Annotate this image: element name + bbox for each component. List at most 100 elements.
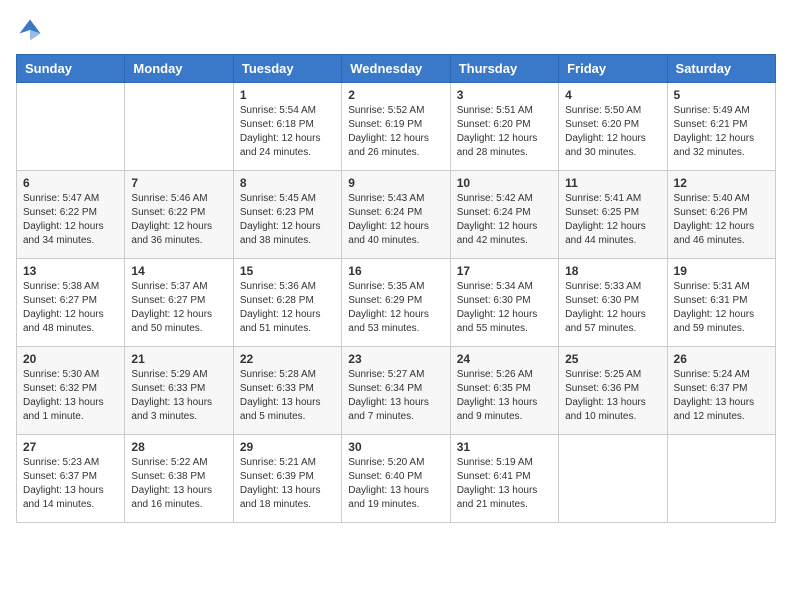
day-number: 1 xyxy=(240,88,335,102)
day-info: Sunrise: 5:47 AM Sunset: 6:22 PM Dayligh… xyxy=(23,192,118,248)
weekday-header-wednesday: Wednesday xyxy=(342,55,450,83)
day-number: 19 xyxy=(674,264,769,278)
calendar-cell: 24 Sunrise: 5:26 AM Sunset: 6:35 PM Dayli… xyxy=(450,347,558,435)
calendar-cell: 6 Sunrise: 5:47 AM Sunset: 6:22 PM Daylig… xyxy=(17,171,125,259)
day-info: Sunrise: 5:42 AM Sunset: 6:24 PM Dayligh… xyxy=(457,192,552,248)
day-number: 21 xyxy=(131,352,226,366)
calendar-cell: 28 Sunrise: 5:22 AM Sunset: 6:38 PM Dayli… xyxy=(125,435,233,523)
day-number: 5 xyxy=(674,88,769,102)
calendar-week-row: 6 Sunrise: 5:47 AM Sunset: 6:22 PM Daylig… xyxy=(17,171,776,259)
day-info: Sunrise: 5:36 AM Sunset: 6:28 PM Dayligh… xyxy=(240,280,335,336)
calendar-cell xyxy=(667,435,775,523)
calendar-cell: 8 Sunrise: 5:45 AM Sunset: 6:23 PM Daylig… xyxy=(233,171,341,259)
logo-icon xyxy=(16,16,44,44)
day-number: 6 xyxy=(23,176,118,190)
day-info: Sunrise: 5:30 AM Sunset: 6:32 PM Dayligh… xyxy=(23,368,118,424)
calendar-week-row: 1 Sunrise: 5:54 AM Sunset: 6:18 PM Daylig… xyxy=(17,83,776,171)
day-info: Sunrise: 5:26 AM Sunset: 6:35 PM Dayligh… xyxy=(457,368,552,424)
day-number: 15 xyxy=(240,264,335,278)
day-info: Sunrise: 5:21 AM Sunset: 6:39 PM Dayligh… xyxy=(240,456,335,512)
day-info: Sunrise: 5:34 AM Sunset: 6:30 PM Dayligh… xyxy=(457,280,552,336)
calendar-cell xyxy=(17,83,125,171)
day-number: 23 xyxy=(348,352,443,366)
day-info: Sunrise: 5:27 AM Sunset: 6:34 PM Dayligh… xyxy=(348,368,443,424)
calendar-cell: 14Sunrise: 5:37 AM Sunset: 6:27 PM Dayli… xyxy=(125,259,233,347)
calendar-cell: 11Sunrise: 5:41 AM Sunset: 6:25 PM Dayli… xyxy=(559,171,667,259)
calendar-cell: 16 Sunrise: 5:35 AM Sunset: 6:29 PM Dayli… xyxy=(342,259,450,347)
day-number: 11 xyxy=(565,176,660,190)
calendar-cell: 22 Sunrise: 5:28 AM Sunset: 6:33 PM Dayli… xyxy=(233,347,341,435)
header xyxy=(16,16,776,44)
day-info: Sunrise: 5:29 AM Sunset: 6:33 PM Dayligh… xyxy=(131,368,226,424)
calendar-cell: 31Sunrise: 5:19 AM Sunset: 6:41 PM Dayli… xyxy=(450,435,558,523)
day-info: Sunrise: 5:23 AM Sunset: 6:37 PM Dayligh… xyxy=(23,456,118,512)
day-info: Sunrise: 5:50 AM Sunset: 6:20 PM Dayligh… xyxy=(565,104,660,160)
day-number: 2 xyxy=(348,88,443,102)
day-info: Sunrise: 5:25 AM Sunset: 6:36 PM Dayligh… xyxy=(565,368,660,424)
day-info: Sunrise: 5:49 AM Sunset: 6:21 PM Dayligh… xyxy=(674,104,769,160)
calendar-cell: 2Sunrise: 5:52 AM Sunset: 6:19 PM Daylig… xyxy=(342,83,450,171)
day-info: Sunrise: 5:46 AM Sunset: 6:22 PM Dayligh… xyxy=(131,192,226,248)
weekday-header-row: SundayMondayTuesdayWednesdayThursdayFrid… xyxy=(17,55,776,83)
calendar-cell: 26Sunrise: 5:24 AM Sunset: 6:37 PM Dayli… xyxy=(667,347,775,435)
calendar-cell: 29Sunrise: 5:21 AM Sunset: 6:39 PM Dayli… xyxy=(233,435,341,523)
calendar-cell: 27 Sunrise: 5:23 AM Sunset: 6:37 PM Dayli… xyxy=(17,435,125,523)
weekday-header-saturday: Saturday xyxy=(667,55,775,83)
day-info: Sunrise: 5:31 AM Sunset: 6:31 PM Dayligh… xyxy=(674,280,769,336)
day-number: 16 xyxy=(348,264,443,278)
weekday-header-monday: Monday xyxy=(125,55,233,83)
day-info: Sunrise: 5:37 AM Sunset: 6:27 PM Dayligh… xyxy=(131,280,226,336)
day-number: 22 xyxy=(240,352,335,366)
day-number: 3 xyxy=(457,88,552,102)
day-number: 12 xyxy=(674,176,769,190)
day-number: 7 xyxy=(131,176,226,190)
day-info: Sunrise: 5:28 AM Sunset: 6:33 PM Dayligh… xyxy=(240,368,335,424)
calendar-week-row: 20 Sunrise: 5:30 AM Sunset: 6:32 PM Dayli… xyxy=(17,347,776,435)
calendar-cell xyxy=(125,83,233,171)
day-number: 17 xyxy=(457,264,552,278)
calendar-cell: 3 Sunrise: 5:51 AM Sunset: 6:20 PM Daylig… xyxy=(450,83,558,171)
day-number: 20 xyxy=(23,352,118,366)
day-number: 18 xyxy=(565,264,660,278)
weekday-header-tuesday: Tuesday xyxy=(233,55,341,83)
day-info: Sunrise: 5:51 AM Sunset: 6:20 PM Dayligh… xyxy=(457,104,552,160)
day-number: 13 xyxy=(23,264,118,278)
calendar-cell: 10 Sunrise: 5:42 AM Sunset: 6:24 PM Dayli… xyxy=(450,171,558,259)
calendar-cell: 4 Sunrise: 5:50 AM Sunset: 6:20 PM Daylig… xyxy=(559,83,667,171)
calendar-cell: 30 Sunrise: 5:20 AM Sunset: 6:40 PM Dayli… xyxy=(342,435,450,523)
calendar-cell: 23 Sunrise: 5:27 AM Sunset: 6:34 PM Dayli… xyxy=(342,347,450,435)
day-info: Sunrise: 5:35 AM Sunset: 6:29 PM Dayligh… xyxy=(348,280,443,336)
calendar-cell: 1 Sunrise: 5:54 AM Sunset: 6:18 PM Daylig… xyxy=(233,83,341,171)
calendar-cell: 7 Sunrise: 5:46 AM Sunset: 6:22 PM Daylig… xyxy=(125,171,233,259)
day-number: 26 xyxy=(674,352,769,366)
logo xyxy=(16,16,44,44)
day-number: 30 xyxy=(348,440,443,454)
day-info: Sunrise: 5:45 AM Sunset: 6:23 PM Dayligh… xyxy=(240,192,335,248)
day-number: 4 xyxy=(565,88,660,102)
weekday-header-thursday: Thursday xyxy=(450,55,558,83)
day-info: Sunrise: 5:40 AM Sunset: 6:26 PM Dayligh… xyxy=(674,192,769,248)
calendar-cell: 21 Sunrise: 5:29 AM Sunset: 6:33 PM Dayli… xyxy=(125,347,233,435)
day-info: Sunrise: 5:22 AM Sunset: 6:38 PM Dayligh… xyxy=(131,456,226,512)
weekday-header-sunday: Sunday xyxy=(17,55,125,83)
calendar-cell: 18 Sunrise: 5:33 AM Sunset: 6:30 PM Dayli… xyxy=(559,259,667,347)
calendar-cell: 9Sunrise: 5:43 AM Sunset: 6:24 PM Daylig… xyxy=(342,171,450,259)
day-number: 27 xyxy=(23,440,118,454)
day-number: 31 xyxy=(457,440,552,454)
calendar-cell: 13Sunrise: 5:38 AM Sunset: 6:27 PM Dayli… xyxy=(17,259,125,347)
day-info: Sunrise: 5:20 AM Sunset: 6:40 PM Dayligh… xyxy=(348,456,443,512)
calendar-cell: 25 Sunrise: 5:25 AM Sunset: 6:36 PM Dayli… xyxy=(559,347,667,435)
day-number: 10 xyxy=(457,176,552,190)
calendar-week-row: 27 Sunrise: 5:23 AM Sunset: 6:37 PM Dayli… xyxy=(17,435,776,523)
day-info: Sunrise: 5:54 AM Sunset: 6:18 PM Dayligh… xyxy=(240,104,335,160)
day-info: Sunrise: 5:33 AM Sunset: 6:30 PM Dayligh… xyxy=(565,280,660,336)
calendar-cell: 5 Sunrise: 5:49 AM Sunset: 6:21 PM Daylig… xyxy=(667,83,775,171)
calendar-week-row: 13Sunrise: 5:38 AM Sunset: 6:27 PM Dayli… xyxy=(17,259,776,347)
calendar-cell: 19 Sunrise: 5:31 AM Sunset: 6:31 PM Dayli… xyxy=(667,259,775,347)
day-number: 28 xyxy=(131,440,226,454)
day-number: 24 xyxy=(457,352,552,366)
day-number: 25 xyxy=(565,352,660,366)
day-number: 9 xyxy=(348,176,443,190)
day-number: 8 xyxy=(240,176,335,190)
weekday-header-friday: Friday xyxy=(559,55,667,83)
